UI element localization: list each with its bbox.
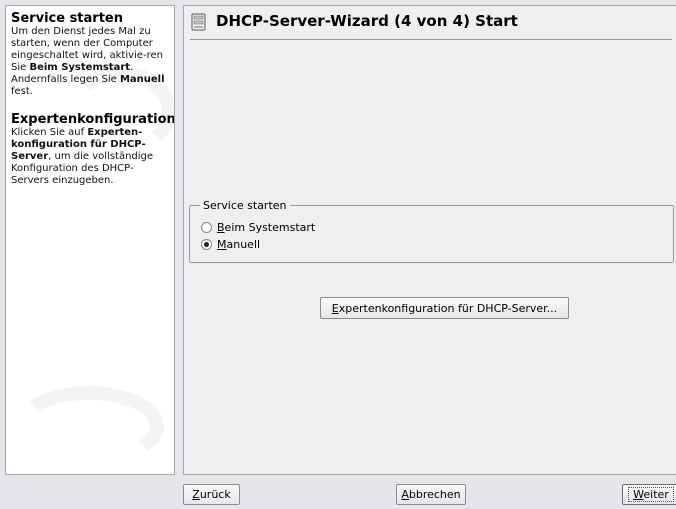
radio-indicator[interactable] (201, 222, 212, 233)
radio-beim-systemstart[interactable]: Beim Systemstart (201, 221, 315, 234)
page-header: DHCP-Server-Wizard (4 von 4) Start (190, 12, 672, 40)
page-title: DHCP-Server-Wizard (4 von 4) Start (216, 12, 518, 30)
help-heading-service: Service starten (11, 11, 123, 26)
radio-indicator-checked[interactable] (201, 239, 212, 250)
service-start-group: Service starten Beim Systemstart Manuell (189, 199, 674, 263)
radio-label: Beim Systemstart (217, 221, 316, 234)
help-heading-expert: Expertenkonfiguration (11, 112, 175, 127)
expert-config-button[interactable]: Expertenkonfiguration für DHCP-Server... (320, 297, 569, 319)
group-legend: Service starten (200, 199, 290, 212)
radio-label: Manuell (217, 238, 261, 251)
help-panel: Service starten Um den Dienst jedes Mal … (5, 5, 175, 475)
help-text-expert: Klicken Sie auf Experten-konfiguration f… (11, 127, 154, 186)
server-icon (191, 13, 206, 31)
main-panel: DHCP-Server-Wizard (4 von 4) Start Servi… (183, 5, 676, 475)
back-button[interactable]: Zurück (183, 484, 240, 505)
help-text-service: Um den Dienst jedes Mal zu starten, wenn… (11, 26, 165, 97)
next-button[interactable]: Weiter (622, 484, 676, 505)
radio-manuell[interactable]: Manuell (201, 238, 260, 251)
abort-button[interactable]: Abbrechen (396, 484, 466, 505)
help-background-decoration (14, 386, 164, 466)
